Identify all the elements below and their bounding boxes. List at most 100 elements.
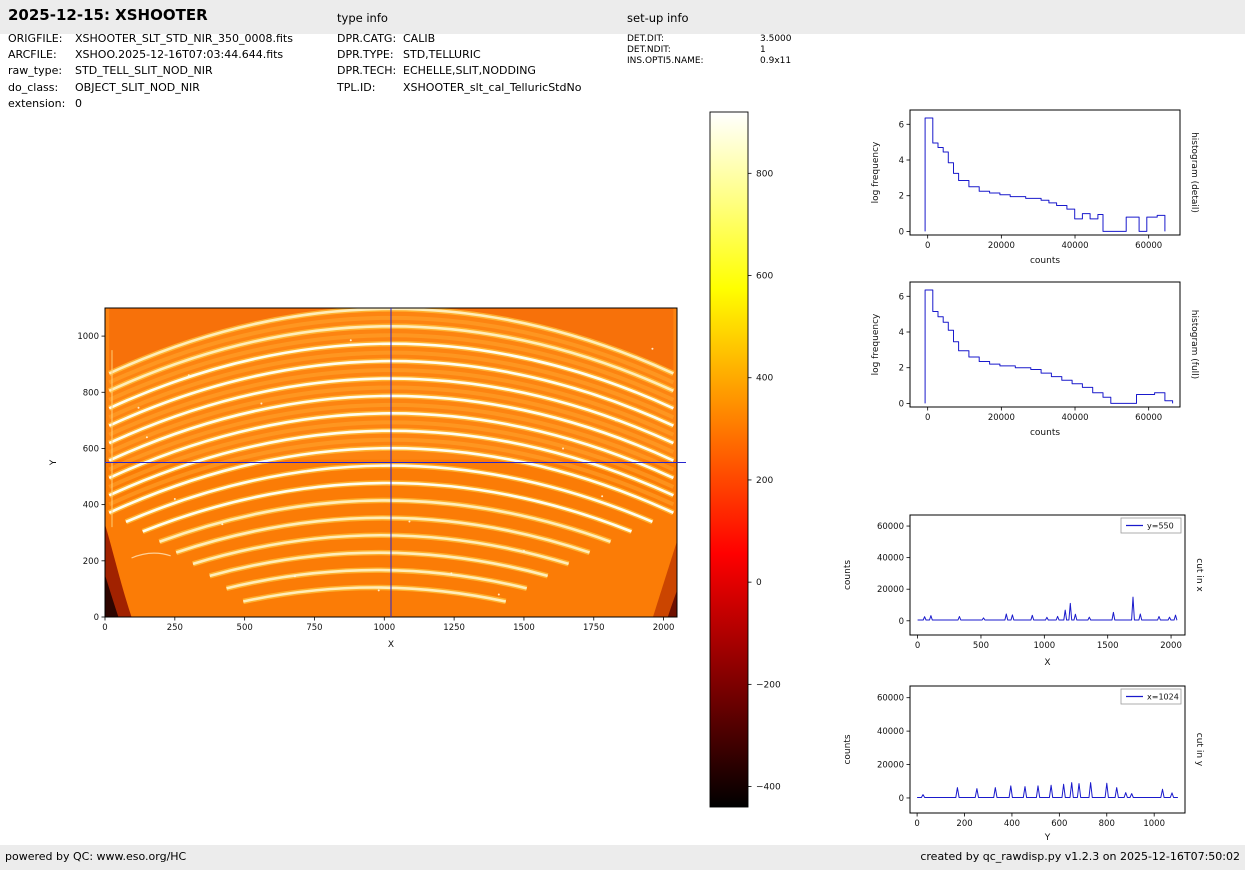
svg-text:X: X bbox=[388, 640, 394, 650]
meta-do-class: do_class: OBJECT_SLIT_NOD_NIR bbox=[8, 79, 333, 95]
meta-label: extension: bbox=[8, 97, 66, 111]
svg-text:500: 500 bbox=[237, 623, 253, 633]
cut-in-y-plot: 0 200 400 600 800 1000 0 20000 40000 60000 Ycounts… bbox=[838, 678, 1238, 850]
meta-label: TPL.ID: bbox=[337, 80, 376, 94]
svg-text:2000: 2000 bbox=[653, 623, 675, 633]
svg-text:40000: 40000 bbox=[1061, 413, 1088, 423]
page-title: 2025-12-15: XSHOOTER bbox=[8, 6, 208, 24]
meta-value: 0 bbox=[75, 97, 82, 111]
meta-value: STD_TELL_SLIT_NOD_NIR bbox=[75, 64, 213, 78]
meta-dpr-type: DPR.TYPE: STD,TELLURIC bbox=[337, 46, 627, 62]
meta-value: 3.5000 bbox=[760, 33, 792, 44]
svg-text:2: 2 bbox=[899, 364, 904, 374]
svg-text:400: 400 bbox=[83, 501, 99, 511]
svg-text:20000: 20000 bbox=[877, 585, 904, 595]
svg-text:histogram (detail): histogram (detail) bbox=[1189, 132, 1199, 213]
svg-text:4: 4 bbox=[899, 328, 904, 338]
meta-label: DPR.TYPE: bbox=[337, 48, 394, 62]
setup-info-heading: set-up info bbox=[627, 11, 689, 25]
histogram-detail-plot: 0 20000 40000 60000 0 2 4 6 counts log frequency h… bbox=[860, 100, 1235, 280]
meta-value: XSHOOTER_SLT_STD_NIR_350_0008.fits bbox=[75, 31, 293, 45]
svg-text:20000: 20000 bbox=[988, 413, 1015, 423]
footer-bar: powered by QC: www.eso.org/HC created by… bbox=[0, 845, 1245, 870]
svg-text:1000: 1000 bbox=[1034, 641, 1056, 651]
meta-value: STD,TELLURIC bbox=[403, 48, 481, 62]
svg-text:200: 200 bbox=[83, 557, 99, 567]
meta-dpr-tech: DPR.TECH: ECHELLE,SLIT,NODDING bbox=[337, 63, 627, 79]
meta-dpr-catg: DPR.CATG: CALIB bbox=[337, 30, 627, 46]
svg-text:1000: 1000 bbox=[1143, 819, 1165, 829]
svg-text:histogram (full): histogram (full) bbox=[1189, 310, 1199, 379]
svg-text:2: 2 bbox=[899, 192, 904, 202]
setup-info-block: DET.DIT: 3.5000 DET.NDIT: 1 INS.OPTI5.NAME… bbox=[627, 33, 837, 66]
svg-text:log frequency: log frequency bbox=[871, 313, 881, 375]
meta-label: DET.NDIT: bbox=[627, 44, 671, 55]
svg-text:40000: 40000 bbox=[877, 727, 904, 737]
svg-text:600: 600 bbox=[756, 272, 773, 282]
svg-text:−400: −400 bbox=[756, 783, 781, 793]
svg-text:Y: Y bbox=[49, 459, 59, 466]
svg-text:400: 400 bbox=[1004, 819, 1020, 829]
meta-label: DPR.CATG: bbox=[337, 31, 397, 45]
histogram-full-plot: 0 20000 40000 60000 0 2 4 6 counts log frequency h… bbox=[860, 272, 1235, 452]
svg-text:X: X bbox=[1044, 658, 1050, 668]
svg-text:4: 4 bbox=[899, 156, 904, 166]
meta-label: DET.DIT: bbox=[627, 33, 665, 44]
header-bar: 2025-12-15: XSHOOTER type info set-up in… bbox=[0, 0, 1245, 34]
svg-text:1000: 1000 bbox=[77, 332, 99, 342]
svg-text:20000: 20000 bbox=[988, 241, 1015, 251]
meta-extension: extension: 0 bbox=[8, 96, 333, 112]
file-info-block: ORIGFILE: XSHOOTER_SLT_STD_NIR_350_0008.f… bbox=[8, 30, 333, 112]
type-info-heading: type info bbox=[337, 11, 388, 25]
meta-arcfile: ARCFILE: XSHOO.2025-12-16T07:03:44.644.fi… bbox=[8, 46, 333, 62]
meta-origfile: ORIGFILE: XSHOOTER_SLT_STD_NIR_350_0008.f… bbox=[8, 30, 333, 46]
meta-det-ndit: DET.NDIT: 1 bbox=[627, 44, 837, 55]
svg-text:0: 0 bbox=[915, 641, 920, 651]
svg-text:1500: 1500 bbox=[1097, 641, 1119, 651]
svg-text:cut in y: cut in y bbox=[1194, 733, 1204, 767]
svg-text:counts: counts bbox=[843, 734, 853, 764]
meta-value: 0.9x11 bbox=[760, 55, 792, 66]
svg-text:250: 250 bbox=[167, 623, 183, 633]
meta-det-dit: DET.DIT: 3.5000 bbox=[627, 33, 837, 44]
meta-value: CALIB bbox=[403, 31, 436, 45]
svg-text:0: 0 bbox=[756, 578, 762, 588]
meta-label: ARCFILE: bbox=[8, 48, 57, 62]
svg-text:cut in x: cut in x bbox=[1194, 558, 1204, 592]
svg-text:counts: counts bbox=[1030, 428, 1060, 438]
svg-text:log frequency: log frequency bbox=[871, 141, 881, 203]
svg-text:20000: 20000 bbox=[877, 761, 904, 771]
svg-text:x=1024: x=1024 bbox=[1147, 693, 1179, 702]
svg-text:60000: 60000 bbox=[877, 694, 904, 704]
svg-text:60000: 60000 bbox=[1135, 413, 1162, 423]
svg-text:0: 0 bbox=[925, 241, 930, 251]
type-info-block: DPR.CATG: CALIB DPR.TYPE: STD,TELLURIC DPR… bbox=[337, 30, 627, 96]
svg-text:600: 600 bbox=[83, 444, 99, 454]
svg-text:1500: 1500 bbox=[513, 623, 535, 633]
svg-text:−200: −200 bbox=[756, 680, 781, 690]
meta-ins-opti5: INS.OPTI5.NAME: 0.9x11 bbox=[627, 55, 837, 66]
svg-text:60000: 60000 bbox=[1135, 241, 1162, 251]
meta-value: 1 bbox=[760, 44, 766, 55]
svg-text:750: 750 bbox=[306, 623, 322, 633]
meta-label: raw_type: bbox=[8, 64, 63, 78]
svg-text:6: 6 bbox=[899, 292, 904, 302]
footer-right-text: created by qc_rawdisp.py v1.2.3 on 2025-… bbox=[920, 850, 1240, 863]
meta-label: do_class: bbox=[8, 80, 59, 94]
svg-text:400: 400 bbox=[756, 374, 773, 384]
meta-value: XSHOOTER_slt_cal_TelluricStdNo bbox=[403, 80, 582, 94]
svg-text:0: 0 bbox=[899, 617, 904, 627]
svg-text:y=550: y=550 bbox=[1147, 522, 1174, 531]
svg-text:800: 800 bbox=[756, 169, 773, 179]
meta-value: OBJECT_SLIT_NOD_NIR bbox=[75, 80, 200, 94]
meta-label: ORIGFILE: bbox=[8, 31, 63, 45]
svg-text:0: 0 bbox=[94, 613, 99, 623]
meta-value: ECHELLE,SLIT,NODDING bbox=[403, 64, 536, 78]
svg-text:1250: 1250 bbox=[443, 623, 465, 633]
svg-text:2000: 2000 bbox=[1160, 641, 1182, 651]
colorbar: 800 600 400 200 0 −200 −400 bbox=[708, 108, 788, 814]
svg-text:counts: counts bbox=[843, 560, 853, 590]
meta-label: INS.OPTI5.NAME: bbox=[627, 55, 704, 66]
svg-text:40000: 40000 bbox=[877, 554, 904, 564]
meta-label: DPR.TECH: bbox=[337, 64, 397, 78]
